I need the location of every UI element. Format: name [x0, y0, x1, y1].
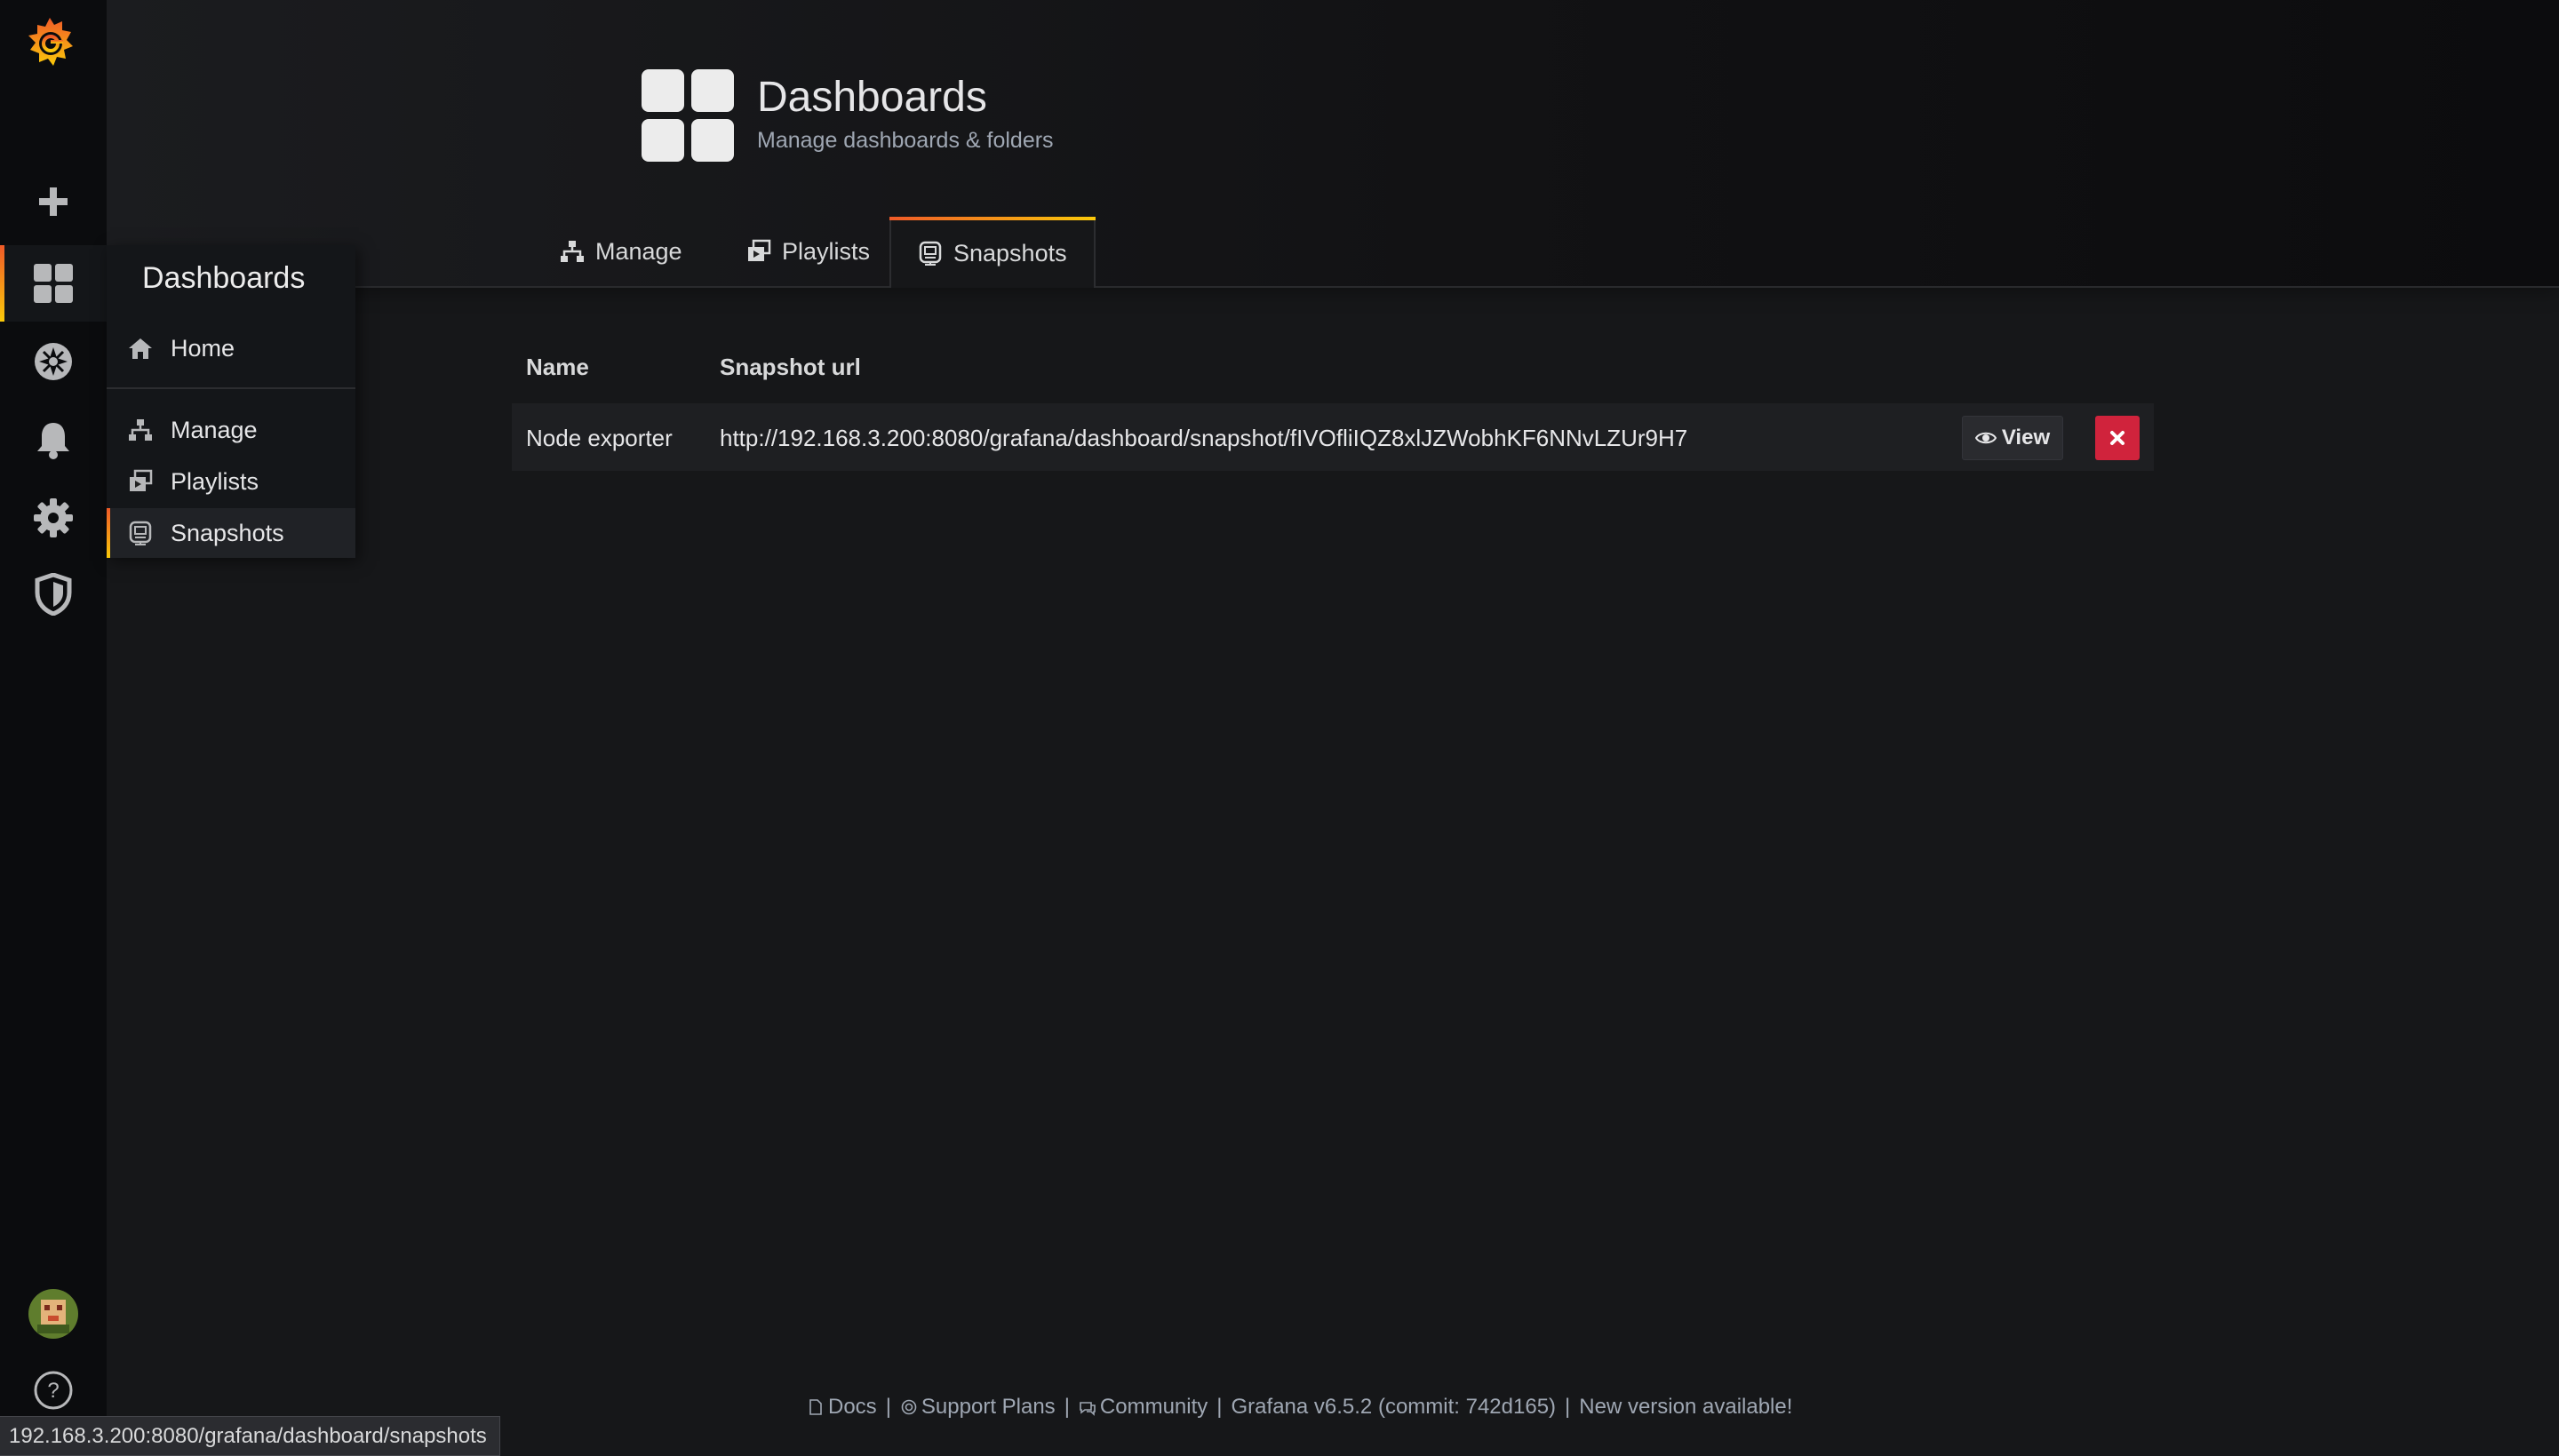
tab-snapshots[interactable]: Snapshots: [889, 217, 1096, 288]
sidemenu: ?: [0, 0, 107, 1454]
dropdown-item-label: Home: [171, 334, 235, 362]
snapshot-name[interactable]: Node exporter: [526, 425, 673, 452]
footer-update-link[interactable]: New version available!: [1579, 1395, 1792, 1420]
dropdown-title[interactable]: Dashboards: [142, 261, 305, 296]
dropdown-item-playlists[interactable]: Playlists: [107, 457, 355, 506]
footer-version: Grafana v6.5.2 (commit: 742d165): [1231, 1395, 1557, 1419]
delete-button[interactable]: [2095, 416, 2140, 460]
snapshot-icon: [919, 241, 942, 266]
close-icon: [2110, 431, 2125, 445]
footer-separator: |: [1216, 1395, 1223, 1419]
eye-icon: [1974, 432, 1997, 444]
gear-icon[interactable]: [0, 480, 107, 556]
playlist-icon: [748, 239, 771, 261]
tab-label: Snapshots: [953, 239, 1067, 267]
divider: [107, 387, 355, 389]
comments-icon: [1080, 1402, 1096, 1416]
dropdown-item-label: Manage: [171, 416, 258, 443]
tab-label: Manage: [595, 237, 682, 265]
create-plus-icon[interactable]: [0, 163, 107, 240]
home-icon: [129, 338, 152, 359]
footer-support-label: Support Plans: [921, 1395, 1056, 1419]
column-header-name: Name: [526, 354, 589, 380]
dropdown-item-snapshots[interactable]: Snapshots: [107, 508, 355, 558]
dropdown-item-home[interactable]: Home: [107, 323, 355, 373]
shield-icon[interactable]: [0, 556, 107, 633]
dropdown-item-label: Snapshots: [171, 519, 284, 546]
page-header: Dashboards Manage dashboards & folders M…: [107, 0, 2559, 288]
snapshot-icon: [129, 521, 152, 545]
playlist-icon: [130, 469, 153, 491]
tab-playlists[interactable]: Playlists: [720, 217, 897, 286]
footer-separator: |: [1565, 1395, 1571, 1419]
view-button[interactable]: View: [1962, 416, 2063, 460]
sitemap-icon: [561, 241, 584, 262]
footer-separator: |: [1064, 1395, 1070, 1419]
snapshot-url[interactable]: http://192.168.3.200:8080/grafana/dashbo…: [720, 425, 1687, 452]
footer-community-label: Community: [1099, 1395, 1208, 1419]
support-icon: [901, 1399, 917, 1415]
browser-status-url: 192.168.3.200:8080/grafana/dashboard/sna…: [0, 1416, 500, 1456]
table-row: Node exporter http://192.168.3.200:8080/…: [512, 403, 2154, 471]
footer-docs-link[interactable]: Docs: [807, 1395, 877, 1420]
footer: Docs | Support Plans | Community | Grafa…: [807, 1395, 1792, 1420]
avatar[interactable]: [0, 1276, 107, 1352]
sitemap-icon: [129, 419, 152, 441]
footer-support-link[interactable]: Support Plans: [900, 1395, 1056, 1420]
grafana-logo-icon[interactable]: [21, 12, 78, 75]
compass-icon[interactable]: [0, 323, 107, 400]
footer-docs-label: Docs: [828, 1395, 877, 1419]
dashboards-header-icon: [642, 69, 734, 162]
dropdown-item-manage[interactable]: Manage: [107, 405, 355, 455]
tab-label: Playlists: [782, 237, 871, 265]
dropdown-item-label: Playlists: [171, 467, 259, 495]
dashboards-icon[interactable]: [0, 245, 107, 322]
footer-community-link[interactable]: Community: [1079, 1395, 1208, 1420]
bell-icon[interactable]: [0, 402, 107, 478]
tab-manage[interactable]: Manage: [533, 217, 709, 286]
page-subtitle: Manage dashboards & folders: [757, 128, 1054, 153]
dashboards-dropdown-menu: Dashboards Home Manage Playlists Snapsho…: [107, 245, 355, 558]
svg-text:?: ?: [47, 1379, 59, 1403]
view-button-label: View: [2001, 426, 2051, 450]
column-header-url: Snapshot url: [720, 354, 861, 380]
page-title: Dashboards: [757, 74, 987, 121]
footer-separator: |: [885, 1395, 891, 1419]
document-icon: [809, 1399, 822, 1415]
